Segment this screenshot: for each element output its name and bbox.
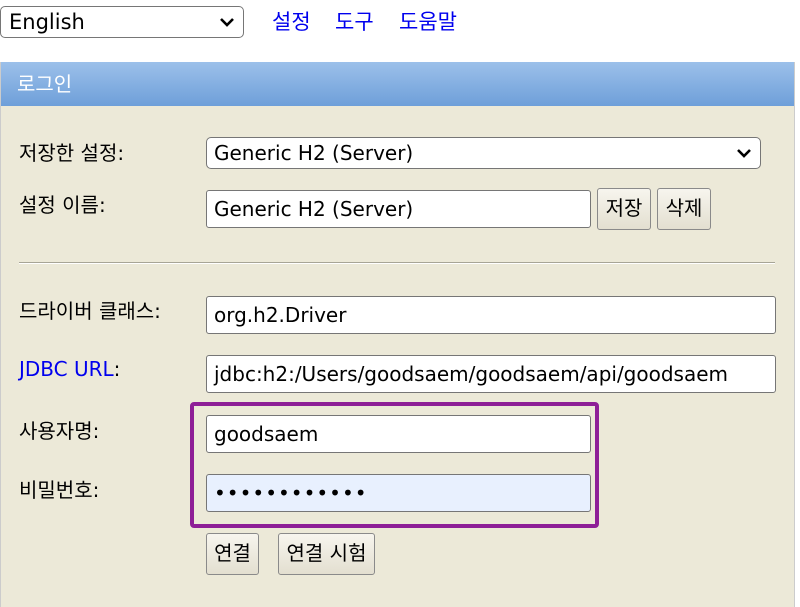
divider xyxy=(19,262,775,264)
username-input[interactable]: goodsaem xyxy=(206,415,591,453)
test-connection-button[interactable]: 연결 시험 xyxy=(278,533,375,575)
password-input[interactable]: •••••••••••• xyxy=(206,474,591,512)
chevron-down-icon xyxy=(220,18,234,27)
driver-class-input[interactable]: org.h2.Driver xyxy=(206,296,776,334)
help-link[interactable]: 도움말 xyxy=(399,8,457,36)
jdbc-url-label-suffix: : xyxy=(113,357,121,381)
jdbc-url-label: JDBC URL: xyxy=(19,356,120,382)
settings-link[interactable]: 설정 xyxy=(272,8,311,36)
username-label: 사용자명: xyxy=(19,419,100,443)
jdbc-url-help-link[interactable]: JDBC URL xyxy=(19,357,114,381)
connect-button[interactable]: 연결 xyxy=(206,533,259,575)
setting-name-input[interactable]: Generic H2 (Server) xyxy=(206,190,591,228)
language-select-value: English xyxy=(9,10,85,34)
setting-name-label: 설정 이름: xyxy=(19,193,106,217)
tools-link[interactable]: 도구 xyxy=(335,8,374,36)
language-select[interactable]: English xyxy=(0,6,244,38)
saved-settings-select[interactable]: Generic H2 (Server) xyxy=(206,137,761,169)
saved-settings-label: 저장한 설정: xyxy=(19,141,125,165)
delete-button[interactable]: 삭제 xyxy=(657,188,711,230)
login-panel: 로그인 저장한 설정: Generic H2 (Server) 설정 이름: G… xyxy=(0,62,795,607)
saved-settings-value: Generic H2 (Server) xyxy=(214,141,414,165)
driver-class-label: 드라이버 클래스: xyxy=(19,299,161,323)
jdbc-url-input[interactable]: jdbc:h2:/Users/goodsaem/goodsaem/api/goo… xyxy=(206,355,776,393)
chevron-down-icon xyxy=(737,149,751,158)
panel-title: 로그인 xyxy=(1,62,794,106)
password-label: 비밀번호: xyxy=(19,478,100,502)
save-button[interactable]: 저장 xyxy=(597,188,651,230)
